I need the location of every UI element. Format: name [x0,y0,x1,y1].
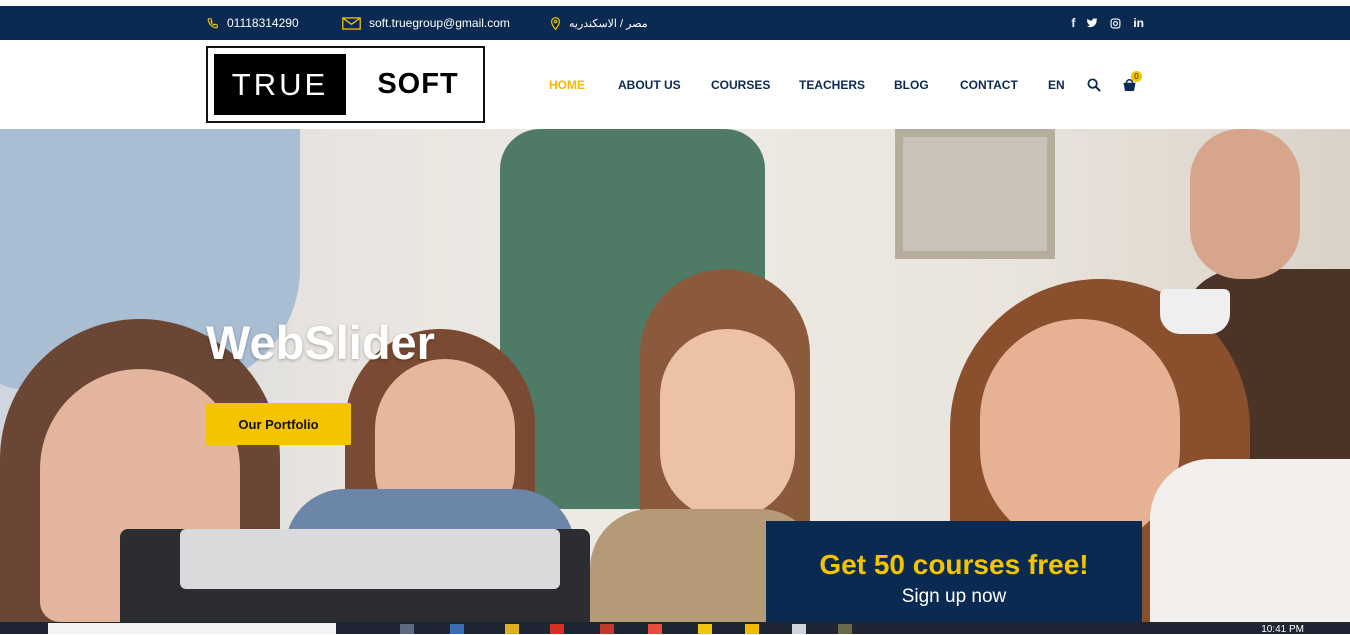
hero-slider: WebSlider Our Portfolio Get 50 courses f… [0,129,1350,622]
linkedin-icon[interactable]: in [1133,16,1144,30]
cart-count-badge: 0 [1131,71,1142,82]
language-switch[interactable]: EN [1048,78,1065,92]
nav-teachers[interactable]: TEACHERS [799,78,865,92]
search-icon[interactable] [1087,78,1101,97]
promo-signup-box[interactable]: Get 50 courses free! Sign up now [766,521,1142,622]
app-icon[interactable] [648,624,662,634]
app-icon[interactable] [745,624,759,634]
hero-title: WebSlider [206,316,435,369]
app-icon[interactable] [792,624,806,634]
app-icon[interactable] [505,624,519,634]
app-icon[interactable] [450,624,464,634]
mail-icon [342,16,361,30]
location-contact: مصر / الاسكندريه [550,6,648,40]
nav-courses[interactable]: COURSES [711,78,770,92]
our-portfolio-button[interactable]: Our Portfolio [206,403,351,445]
site-logo[interactable]: TRUE SOFT [206,46,485,123]
taskbar-search-box[interactable] [48,623,336,634]
facebook-icon[interactable]: f [1071,16,1075,30]
email-address: soft.truegroup@gmail.com [369,16,510,30]
instagram-icon[interactable] [1110,18,1121,29]
site-header: TRUE SOFT HOME ABOUT US COURSES TEACHERS… [0,40,1350,129]
email-contact[interactable]: soft.truegroup@gmail.com [342,6,510,40]
app-icon[interactable] [838,624,852,634]
taskbar-clock: 10:41 PM [1261,624,1304,635]
file-explorer-icon[interactable] [400,624,414,634]
location-text: مصر / الاسكندريه [569,17,648,30]
top-contact-bar: 01118314290 soft.truegroup@gmail.com مصر… [0,6,1350,40]
notes-icon[interactable] [698,624,712,634]
os-taskbar: 10:41 PM [0,622,1350,635]
app-icon[interactable] [600,624,614,634]
logo-soft-text: SOFT [377,68,459,100]
nav-blog[interactable]: BLOG [894,78,929,92]
promo-title: Get 50 courses free! [819,549,1089,580]
logo-true-text: TRUE [214,54,346,115]
phone-number: 01118314290 [227,16,299,30]
phone-contact[interactable]: 01118314290 [206,6,299,40]
nav-contact[interactable]: CONTACT [960,78,1018,92]
social-links: f in [1071,6,1144,40]
nav-about-us[interactable]: ABOUT US [618,78,681,92]
browser-icon[interactable] [550,624,564,634]
twitter-icon[interactable] [1087,18,1098,28]
hero-photo [0,129,1350,622]
promo-subtitle[interactable]: Sign up now [766,586,1142,608]
phone-icon [206,17,219,30]
location-pin-icon [550,16,561,30]
nav-home[interactable]: HOME [549,78,585,92]
